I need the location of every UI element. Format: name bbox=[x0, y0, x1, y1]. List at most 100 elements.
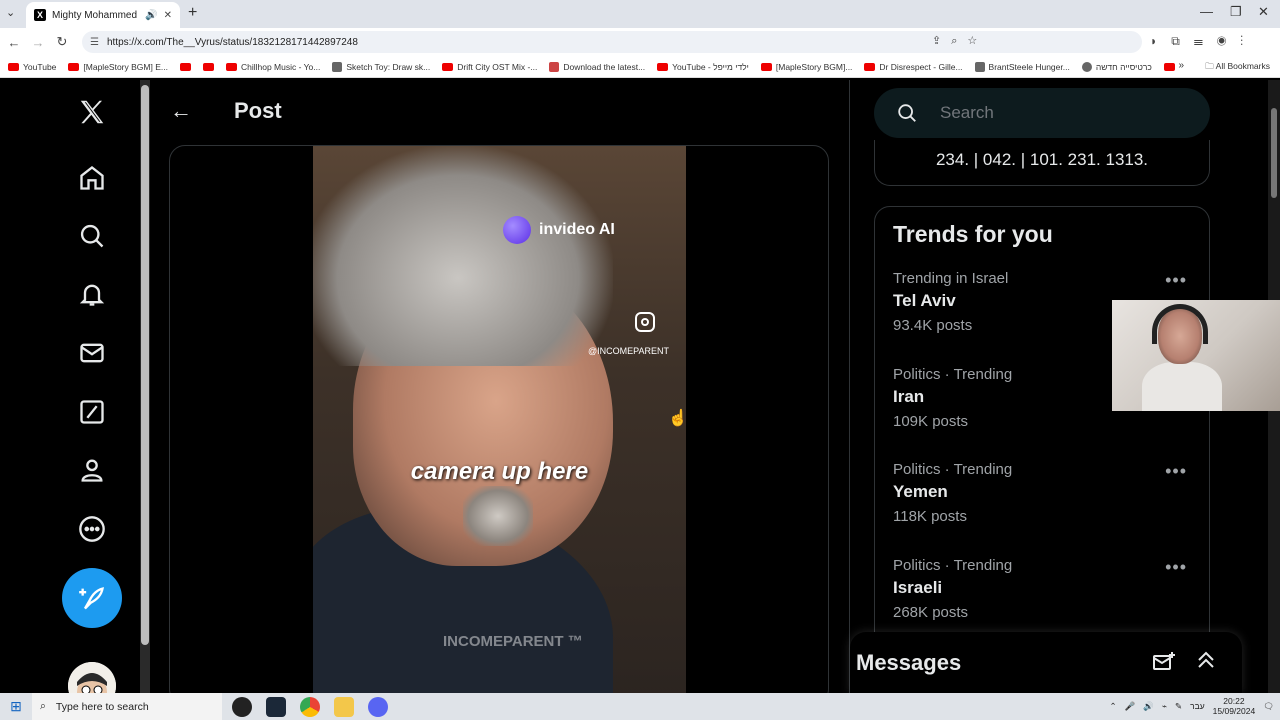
forward-icon[interactable]: → bbox=[26, 35, 50, 50]
address-bar[interactable]: ☰ https://x.com/The__Vyrus/status/183212… bbox=[82, 31, 1142, 53]
instagram-icon bbox=[635, 312, 655, 332]
page-icon bbox=[974, 61, 985, 72]
app-chrome-icon[interactable] bbox=[300, 697, 320, 717]
compose-post-button[interactable] bbox=[62, 568, 122, 628]
pen-icon[interactable]: ✎ bbox=[1175, 701, 1182, 712]
speaker-icon[interactable]: 🔊 bbox=[145, 10, 157, 21]
trend-item[interactable]: Politics · Trending Yemen 118K posts ••• bbox=[893, 461, 1191, 557]
headphones-icon bbox=[1152, 304, 1208, 344]
taskbar-search[interactable]: ⌕ Type here to search bbox=[32, 693, 222, 720]
search-icon: ⌕ bbox=[40, 700, 46, 712]
youtube-icon bbox=[68, 62, 80, 71]
extensions-icon[interactable]: ◗⧉☰◉⋮ bbox=[1150, 34, 1257, 49]
bookmark-item[interactable]: [MapleStory BGM]... bbox=[760, 62, 852, 72]
bookmark-item[interactable] bbox=[1163, 62, 1175, 71]
expand-chevron-icon[interactable] bbox=[1194, 648, 1218, 672]
webcam-overlay bbox=[1112, 300, 1280, 411]
app-obs-icon[interactable] bbox=[232, 697, 252, 717]
hand-cursor-icon: ☝ bbox=[668, 410, 688, 427]
tab-search-icon[interactable]: ⌄ bbox=[6, 6, 15, 19]
youtube-icon bbox=[202, 62, 214, 71]
x-favicon-icon: X bbox=[34, 9, 46, 21]
search-input[interactable]: Search bbox=[940, 103, 994, 123]
taskbar-search-input[interactable]: Type here to search bbox=[56, 701, 149, 713]
notifications-icon[interactable]: 🗨 bbox=[1263, 701, 1274, 712]
more-options-icon[interactable] bbox=[76, 513, 108, 545]
bookmark-item[interactable]: כרטיסייה חדשה bbox=[1081, 61, 1152, 72]
page-title: Post bbox=[234, 98, 282, 123]
youtube-icon bbox=[1163, 62, 1175, 71]
network-icon[interactable]: ⌁ bbox=[1162, 701, 1167, 712]
restore-icon[interactable]: ❐ bbox=[1230, 4, 1242, 20]
search-icon bbox=[898, 104, 916, 122]
search-box[interactable]: Search bbox=[874, 88, 1210, 138]
messages-mail-icon[interactable] bbox=[76, 337, 108, 369]
video-subtitle: camera up here bbox=[410, 458, 589, 485]
reload-icon[interactable]: ↻ bbox=[50, 34, 74, 50]
site-info-icon[interactable]: ☰ bbox=[90, 37, 99, 48]
tray-chevron-icon[interactable]: ⌃ bbox=[1110, 701, 1117, 712]
messages-drawer[interactable]: Messages bbox=[850, 632, 1242, 693]
app-steam-icon[interactable] bbox=[266, 697, 286, 717]
browser-tab-strip: ⌄ X Mighty Mohammed on X: 🔊 ✕ + — ❐ ✕ bbox=[0, 0, 1280, 28]
trends-panel: Trends for you Trending in Israel Tel Av… bbox=[874, 206, 1210, 693]
bookmark-item[interactable]: BrantSteele Hunger... bbox=[974, 61, 1070, 72]
all-bookmarks[interactable]: 🗀 All Bookmarks bbox=[1205, 61, 1270, 75]
close-window-icon[interactable]: ✕ bbox=[1258, 4, 1269, 20]
new-tab-button[interactable]: + bbox=[188, 4, 197, 22]
youtube-icon bbox=[657, 62, 669, 71]
bookmarks-bar: YouTube [MapleStory BGM] E... Chillhop M… bbox=[0, 56, 1280, 78]
video-handle: @INCOMEPARENT bbox=[588, 346, 669, 356]
system-tray: ⌃ 🎤 🔊 ⌁ ✎ עבר 20:22 15/09/2024 🗨 bbox=[1110, 696, 1274, 716]
previous-module-text: 234. | 042. | 101. 231. 1313. bbox=[874, 140, 1210, 186]
app-explorer-icon[interactable] bbox=[334, 697, 354, 717]
back-arrow-icon[interactable]: ← bbox=[170, 98, 192, 124]
bookmark-item[interactable] bbox=[179, 62, 191, 71]
bookmark-item[interactable]: Sketch Toy: Draw sk... bbox=[332, 61, 430, 72]
trends-title: Trends for you bbox=[893, 221, 1053, 247]
more-dots-icon[interactable]: ••• bbox=[1165, 461, 1187, 482]
left-scrollbar[interactable] bbox=[140, 80, 150, 693]
video-frame: invideo AI @INCOMEPARENT camera up here … bbox=[313, 146, 686, 693]
app-discord-icon[interactable] bbox=[368, 697, 388, 717]
profile-icon[interactable] bbox=[76, 454, 108, 486]
youtube-icon bbox=[442, 62, 454, 71]
bookmark-item[interactable]: YouTube - ילדי מייפל bbox=[657, 62, 749, 72]
x-logo-icon[interactable] bbox=[76, 96, 108, 128]
grok-icon[interactable] bbox=[76, 396, 108, 428]
more-dots-icon[interactable]: ••• bbox=[1165, 557, 1187, 578]
notifications-bell-icon[interactable] bbox=[76, 278, 108, 310]
x-page: ← Post invideo AI @INCOMEPARENT camera u… bbox=[0, 80, 1280, 693]
video-watermark: INCOMEPARENT ™ bbox=[443, 633, 583, 650]
video-player[interactable]: invideo AI @INCOMEPARENT camera up here … bbox=[169, 145, 829, 693]
minimize-icon[interactable]: — bbox=[1200, 4, 1213, 19]
clock[interactable]: 20:22 15/09/2024 bbox=[1213, 696, 1256, 716]
microphone-icon[interactable]: 🎤 bbox=[1125, 701, 1136, 712]
volume-icon[interactable]: 🔊 bbox=[1143, 701, 1154, 712]
bookmark-item[interactable]: YouTube bbox=[8, 62, 56, 72]
youtube-icon bbox=[179, 62, 191, 71]
sketch-icon bbox=[332, 61, 343, 72]
bookmark-item[interactable]: Download the latest... bbox=[549, 61, 645, 72]
new-message-icon[interactable] bbox=[1152, 650, 1176, 674]
bookmark-item[interactable]: Dr Disrespect - Gille... bbox=[864, 62, 963, 72]
back-icon[interactable]: ← bbox=[2, 35, 26, 50]
windows-start-icon[interactable]: ⊞ bbox=[0, 698, 32, 715]
more-bookmarks-icon[interactable]: » bbox=[1178, 60, 1184, 71]
invideo-logo-icon bbox=[503, 216, 531, 244]
bookmark-item[interactable]: Drift City OST Mix -... bbox=[442, 62, 537, 72]
home-icon[interactable] bbox=[76, 162, 108, 194]
language-indicator[interactable]: עבר bbox=[1190, 701, 1205, 711]
taskbar-apps bbox=[232, 697, 388, 717]
messages-title: Messages bbox=[856, 650, 962, 675]
more-dots-icon[interactable]: ••• bbox=[1165, 270, 1187, 291]
windows-taskbar: ⊞ ⌕ Type here to search ⌃ 🎤 🔊 ⌁ ✎ עבר 20… bbox=[0, 693, 1280, 720]
youtube-icon bbox=[8, 62, 19, 71]
account-avatar[interactable] bbox=[68, 662, 116, 693]
bookmark-item[interactable] bbox=[202, 62, 214, 71]
bookmark-item[interactable]: [MapleStory BGM] E... bbox=[68, 62, 168, 72]
bookmark-item[interactable]: Chillhop Music - Yo... bbox=[225, 62, 320, 72]
browser-tab[interactable]: X Mighty Mohammed on X: 🔊 ✕ bbox=[26, 2, 180, 28]
close-tab-icon[interactable]: ✕ bbox=[164, 10, 172, 21]
explore-search-icon[interactable] bbox=[76, 220, 108, 252]
